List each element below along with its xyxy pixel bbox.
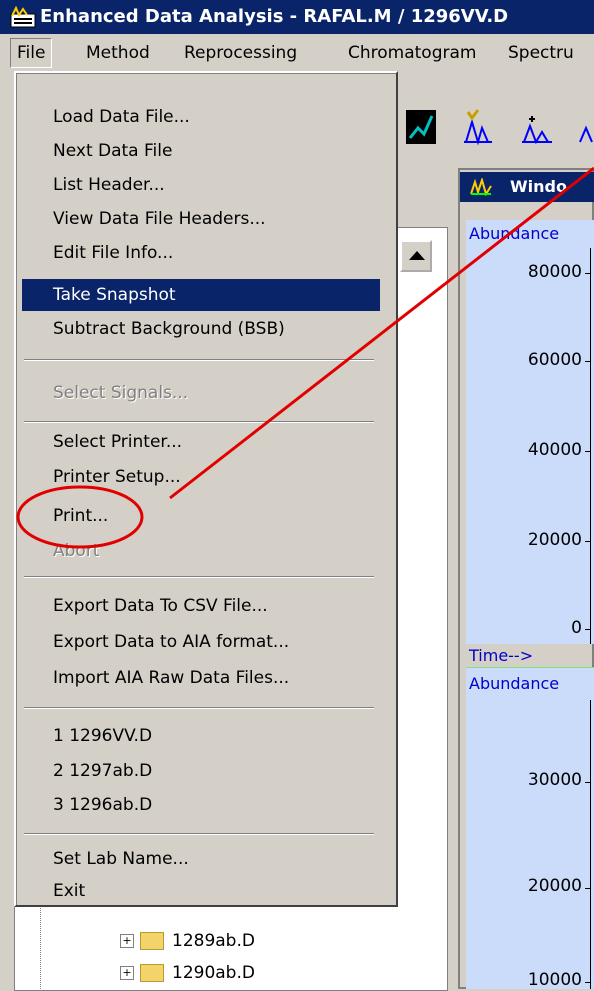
menu-item-print[interactable]: Print... — [22, 500, 380, 532]
menu-item-exit[interactable]: Exit — [22, 875, 380, 907]
tickmark — [585, 541, 591, 542]
menu-item-export-aia[interactable]: Export Data to AIA format... — [22, 626, 380, 658]
title-bar[interactable]: Enhanced Data Analysis - RAFAL.M / 1296V… — [0, 0, 594, 34]
menu-item-recent-3[interactable]: 3 1296ab.D — [22, 789, 380, 821]
tickmark — [585, 888, 591, 889]
menu-separator — [24, 833, 374, 835]
peak-icon[interactable] — [520, 112, 554, 148]
plot-area-1[interactable] — [466, 220, 594, 644]
menu-item-abort[interactable]: Abort — [22, 535, 380, 567]
plot1-tick-60000: 60000 — [527, 350, 582, 370]
tree-item-label: 1289ab.D — [172, 931, 255, 951]
scroll-up-button[interactable] — [400, 240, 432, 272]
menu-item-subtract-background[interactable]: Subtract Background (BSB) — [22, 313, 380, 345]
plot2-tick-20000: 20000 — [527, 876, 582, 896]
window-title: Enhanced Data Analysis - RAFAL.M / 1296V… — [40, 6, 509, 27]
tickmark — [585, 451, 591, 452]
menu-item-set-lab-name[interactable]: Set Lab Name... — [22, 843, 380, 875]
menu-item-recent-2[interactable]: 2 1297ab.D — [22, 755, 380, 787]
menu-item-select-signals[interactable]: Select Signals... — [22, 377, 380, 409]
plot1-ylabel: Abundance — [469, 224, 560, 243]
menu-item-view-data-file-headers[interactable]: View Data File Headers... — [22, 203, 380, 235]
menu-reprocessing[interactable]: Reprocessing — [178, 39, 303, 67]
chromatogram-icon — [470, 178, 492, 196]
folder-icon — [140, 932, 164, 950]
folder-icon — [140, 964, 164, 982]
arrow-up-icon — [409, 251, 425, 260]
menu-file[interactable]: File — [10, 38, 53, 68]
menu-separator — [24, 576, 374, 578]
peak-icon-partial[interactable] — [578, 112, 594, 148]
tree-item-1289ab[interactable]: +1289ab.D — [120, 926, 255, 956]
menu-item-list-header[interactable]: List Header... — [22, 169, 380, 201]
menu-item-next-data-file[interactable]: Next Data File — [22, 135, 380, 167]
tickmark — [585, 361, 591, 362]
menu-separator — [24, 359, 374, 361]
menu-item-export-csv[interactable]: Export Data To CSV File... — [22, 590, 380, 622]
plot2-ylabel: Abundance — [469, 674, 560, 693]
plot2-tick-10000: 10000 — [527, 970, 582, 990]
menu-chromatogram[interactable]: Chromatogram — [342, 39, 482, 67]
integrate-icon[interactable] — [460, 108, 496, 148]
tickmark — [585, 629, 591, 630]
tree-item-1290ab[interactable]: +1290ab.D — [120, 958, 255, 988]
menu-method[interactable]: Method — [80, 39, 156, 67]
expand-icon[interactable]: + — [120, 934, 134, 948]
plot-area-2[interactable] — [466, 668, 594, 989]
menu-item-take-snapshot[interactable]: Take Snapshot — [22, 279, 380, 311]
plot1-y-axis — [590, 248, 591, 644]
tree-item-label: 1290ab.D — [172, 963, 255, 983]
menu-spectrum[interactable]: Spectru — [502, 39, 580, 67]
menu-bar: File Method Reprocessing Chromatogram Sp… — [0, 34, 594, 71]
plot2-y-axis — [590, 700, 591, 989]
tickmark — [585, 982, 591, 983]
plot2-tick-30000: 30000 — [527, 770, 582, 790]
plot1-xlabel: Time--> — [469, 646, 534, 665]
plot1-tick-40000: 40000 — [527, 440, 582, 460]
menu-item-import-aia[interactable]: Import AIA Raw Data Files... — [22, 662, 380, 694]
plot1-tick-80000: 80000 — [527, 262, 582, 282]
menu-separator — [24, 421, 374, 423]
app-icon — [10, 6, 36, 28]
chart-tool-icon[interactable] — [404, 108, 438, 148]
expand-icon[interactable]: + — [120, 966, 134, 980]
menu-item-load-data-file[interactable]: Load Data File... — [22, 101, 380, 133]
tree-guide-line — [40, 900, 41, 989]
menu-item-printer-setup[interactable]: Printer Setup... — [22, 461, 380, 493]
tickmark — [585, 273, 591, 274]
menu-item-recent-1[interactable]: 1 1296VV.D — [22, 720, 380, 752]
plot1-tick-0: 0 — [571, 618, 582, 638]
menu-item-select-printer[interactable]: Select Printer... — [22, 426, 380, 458]
tickmark — [585, 782, 591, 783]
menu-separator — [24, 707, 374, 709]
plot1-tick-20000: 20000 — [527, 530, 582, 550]
menu-item-edit-file-info[interactable]: Edit File Info... — [22, 237, 380, 269]
